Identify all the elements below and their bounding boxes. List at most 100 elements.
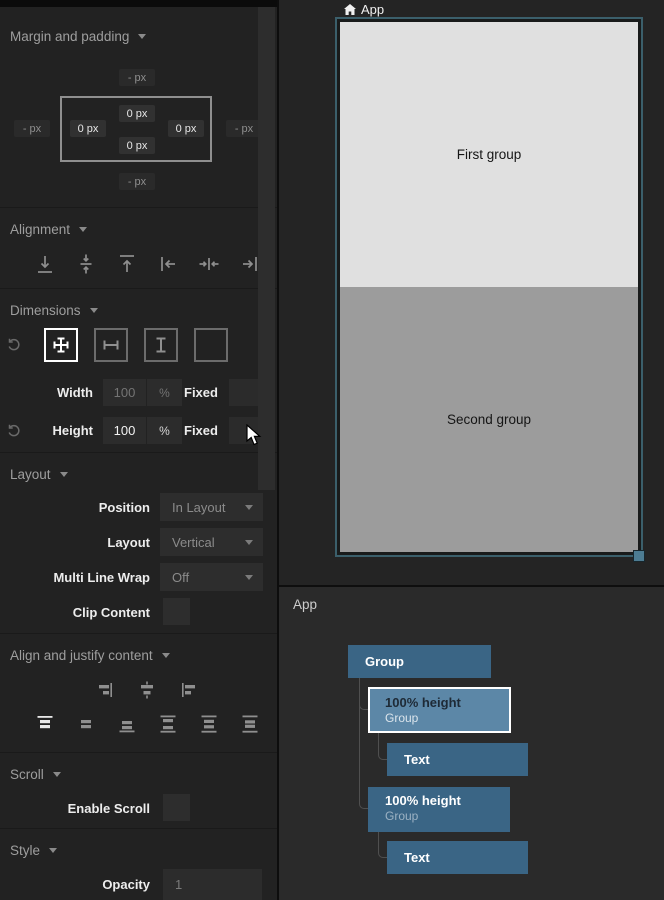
node-title: 100% height: [385, 793, 510, 808]
enable-scroll-checkbox[interactable]: [163, 794, 190, 821]
padding-bottom-field[interactable]: 0 px: [119, 137, 155, 154]
node-label: Group: [365, 654, 404, 669]
chevron-down-icon: [138, 34, 146, 39]
width-fixed-checkbox[interactable]: [229, 379, 261, 406]
width-input[interactable]: [103, 379, 146, 406]
align-left-button[interactable]: [156, 252, 180, 276]
padding-left-value: 0 px: [78, 123, 99, 135]
justify-space-between-icon: [157, 713, 179, 735]
justify-content-space-around-button[interactable]: [198, 713, 220, 735]
tree-connector: [378, 832, 387, 858]
size-mode-both-button[interactable]: [44, 328, 78, 362]
opacity-input[interactable]: [163, 869, 262, 900]
width-label: Width: [0, 385, 93, 400]
multi-line-wrap-dropdown[interactable]: Off: [160, 563, 263, 591]
padding-right-value: 0 px: [176, 123, 197, 135]
justify-center-icon: [75, 713, 97, 735]
tree-node-100-height-group-selected[interactable]: 100% height Group: [368, 687, 511, 733]
padding-bottom-value: 0 px: [127, 140, 148, 152]
section-title: Dimensions: [10, 303, 81, 318]
section-divider: [0, 207, 277, 208]
app-root-frame[interactable]: First group Second group: [335, 17, 643, 557]
section-header-alignment[interactable]: Alignment: [10, 222, 87, 237]
section-title: Alignment: [10, 222, 70, 237]
width-unit-selector[interactable]: %: [147, 379, 182, 406]
section-header-dimensions[interactable]: Dimensions: [10, 303, 98, 318]
enable-scroll-label: Enable Scroll: [0, 801, 150, 816]
section-header-margin-padding[interactable]: Margin and padding: [10, 29, 146, 44]
justify-content-center-button[interactable]: [75, 713, 97, 735]
section-header-scroll[interactable]: Scroll: [10, 767, 61, 782]
height-unit-selector[interactable]: %: [147, 417, 182, 444]
height-fixed-checkbox[interactable]: [229, 417, 261, 444]
height-input[interactable]: [103, 417, 146, 444]
chevron-down-icon: [60, 472, 68, 477]
clip-content-checkbox[interactable]: [163, 598, 190, 625]
tree-root-label[interactable]: App: [293, 597, 317, 612]
reset-icon: [6, 337, 22, 353]
padding-top-value: 0 px: [127, 108, 148, 120]
align-left-icon: [156, 252, 180, 276]
breadcrumb[interactable]: App: [344, 2, 384, 17]
margin-top-value: - px: [128, 72, 146, 84]
align-content-right-button[interactable]: [95, 679, 117, 701]
section-divider: [0, 752, 277, 753]
position-label: Position: [0, 500, 150, 515]
second-group-preview[interactable]: Second group: [340, 287, 638, 552]
node-subtitle: Group: [385, 711, 509, 725]
height-fixed-label: Fixed: [184, 423, 224, 438]
first-group-preview[interactable]: First group: [340, 22, 638, 287]
section-title: Scroll: [10, 767, 44, 782]
section-header-style[interactable]: Style: [10, 843, 57, 858]
align-bottom-button[interactable]: [33, 252, 57, 276]
align-top-button[interactable]: [115, 252, 139, 276]
tree-node-text-2[interactable]: Text: [387, 841, 528, 874]
layout-dropdown[interactable]: Vertical: [160, 528, 263, 556]
align-vertical-center-button[interactable]: [74, 252, 98, 276]
justify-content-bottom-button[interactable]: [116, 713, 138, 735]
chevron-down-icon: [245, 575, 253, 580]
section-header-align-justify[interactable]: Align and justify content: [10, 648, 170, 663]
size-height-icon: [150, 334, 172, 356]
section-header-layout[interactable]: Layout: [10, 467, 68, 482]
tree-node-group[interactable]: Group: [348, 645, 491, 678]
size-mode-width-button[interactable]: [94, 328, 128, 362]
padding-top-field[interactable]: 0 px: [119, 105, 155, 122]
frame-resize-handle[interactable]: [633, 550, 645, 562]
margin-left-field[interactable]: - px: [14, 120, 50, 137]
section-divider: [0, 452, 277, 453]
size-mode-height-button[interactable]: [144, 328, 178, 362]
node-label: Text: [404, 752, 430, 767]
layout-label: Layout: [0, 535, 150, 550]
align-top-icon: [115, 252, 139, 276]
tree-node-text-1[interactable]: Text: [387, 743, 528, 776]
padding-left-field[interactable]: 0 px: [70, 120, 106, 137]
margin-right-field[interactable]: - px: [226, 120, 262, 137]
tree-connector: [378, 733, 387, 760]
tree-node-100-height-group-2[interactable]: 100% height Group: [368, 787, 510, 832]
height-label: Height: [0, 423, 93, 438]
justify-content-space-evenly-button[interactable]: [239, 713, 261, 735]
canvas-area[interactable]: App First group Second group: [279, 0, 664, 586]
section-title: Style: [10, 843, 40, 858]
margin-top-field[interactable]: - px: [119, 69, 155, 86]
justify-content-top-button[interactable]: [34, 713, 56, 735]
chevron-down-icon: [162, 653, 170, 658]
align-content-center-button[interactable]: [136, 679, 158, 701]
align-content-left-button[interactable]: [177, 679, 199, 701]
justify-content-space-between-button[interactable]: [157, 713, 179, 735]
panel-scrollbar-thumb[interactable]: [258, 7, 275, 490]
node-tree-panel: App Group 100% height Group Text 100% he…: [279, 587, 664, 900]
padding-right-field[interactable]: 0 px: [168, 120, 204, 137]
panel-top-strip: [0, 0, 277, 7]
margin-bottom-field[interactable]: - px: [119, 173, 155, 190]
chevron-down-icon: [53, 772, 61, 777]
multi-line-wrap-label: Multi Line Wrap: [0, 570, 150, 585]
chevron-down-icon: [90, 308, 98, 313]
size-mode-none-button[interactable]: [194, 328, 228, 362]
section-title: Margin and padding: [10, 29, 129, 44]
reset-dimensions-button[interactable]: [6, 337, 22, 353]
align-horizontal-center-button[interactable]: [197, 252, 221, 276]
position-dropdown[interactable]: In Layout: [160, 493, 263, 521]
chevron-down-icon: [79, 227, 87, 232]
